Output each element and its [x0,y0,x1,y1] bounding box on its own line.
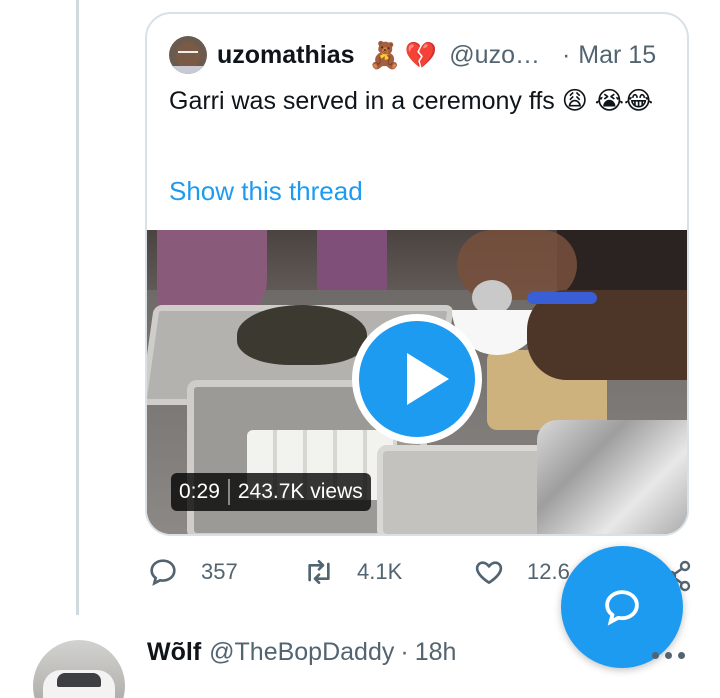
play-icon [407,353,449,405]
author-name[interactable]: Wõlf [147,638,201,667]
show-thread-link[interactable]: Show this thread [169,176,363,207]
like-count: 12.6 [527,559,570,584]
compose-reply-button[interactable] [561,546,683,668]
compose-reply-icon [605,590,639,626]
author-handle[interactable]: @TheBopDaddy [209,638,394,667]
quoted-tweet-card[interactable]: uzomathias 🧸💔 @uzo… · Mar 15 Garri was s… [145,12,689,536]
video-stats-badge: 0:29 243.7K views [171,473,371,511]
date-separator: · [561,40,571,69]
video-views: 243.7K views [237,480,363,503]
badge-divider [227,479,230,505]
avatar[interactable] [33,640,125,698]
tweet-time[interactable]: 18h [415,638,457,667]
author-handle[interactable]: @uzo… [449,41,540,70]
like-action[interactable]: 12.6 [473,556,570,588]
retweet-count: 4.1K [357,559,403,584]
reply-count: 357 [201,559,238,584]
thread-connector-line [76,0,79,615]
tweet-date[interactable]: Mar 15 [578,41,656,70]
more-icon[interactable] [652,652,688,662]
tweet-text: Garri was served in a ceremony ffs 😩 😭😂 [169,87,654,115]
comment-icon [150,559,176,586]
retweet-action[interactable]: 4.1K [303,556,402,588]
author-name[interactable]: uzomathias [217,41,355,70]
video-player[interactable]: 0:29 243.7K views [147,230,687,534]
retweet-icon [308,560,330,584]
reply-action[interactable]: 357 [147,556,238,588]
quoted-tweet-header: uzomathias 🧸💔 @uzo… · Mar 15 [169,36,656,74]
reply-tweet-header: Wõlf @TheBopDaddy · 18h [147,638,456,667]
video-duration: 0:29 [179,480,220,503]
avatar[interactable] [169,36,207,74]
heart-icon [475,561,503,584]
author-name-emojis: 🧸💔 [368,39,442,70]
time-separator: · [400,638,409,666]
play-button[interactable] [352,314,482,444]
